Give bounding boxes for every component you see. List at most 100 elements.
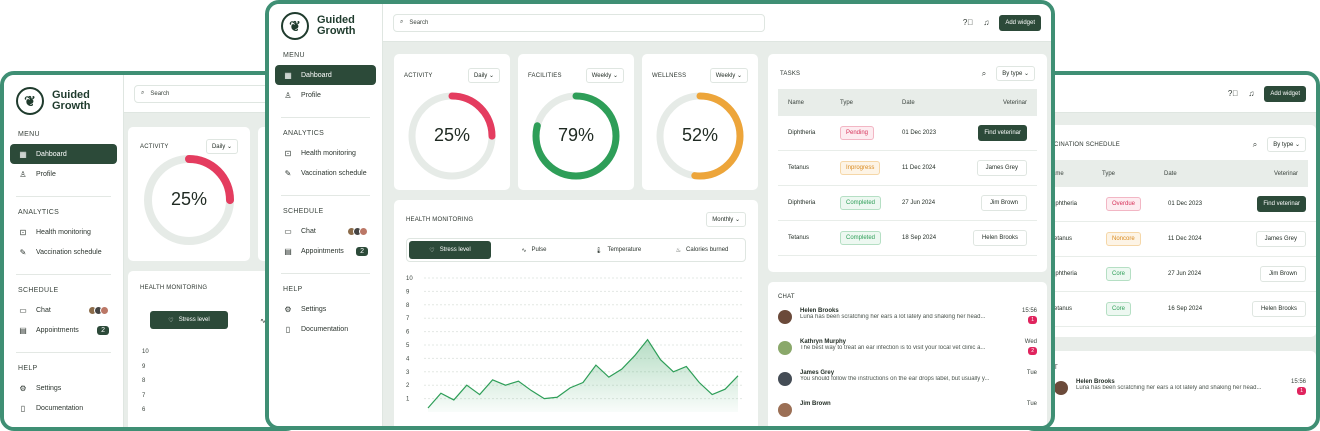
sidebar-item-documentation[interactable]: ▯ Documentation: [10, 398, 117, 418]
table-row[interactable]: Diphtheria Completed 27 Jun 2024 Jim Bro…: [778, 186, 1037, 221]
sidebar-item-appointments[interactable]: ▤ Appointments 2: [275, 241, 376, 261]
veterinar-button[interactable]: James Grey: [976, 160, 1027, 176]
analytics-section: ANALYTICS: [18, 209, 60, 216]
row-date: 11 Dec 2024: [902, 165, 936, 171]
period-select[interactable]: Daily ⌄: [467, 68, 500, 83]
table-row[interactable]: iphtheria Overdue 01 Dec 2023 Find veter…: [1044, 187, 1316, 222]
table-header: ame Type Date Veterinar: [1044, 160, 1308, 187]
nav-label: Profile: [36, 170, 56, 178]
sidebar-item-vaccination[interactable]: ✎ Vaccination schedule: [10, 242, 117, 262]
sidebar-item-settings[interactable]: ⚙ Settings: [10, 378, 117, 398]
divider: [16, 352, 111, 353]
activity-value: 25%: [170, 189, 208, 209]
period-select[interactable]: Daily ⌄: [205, 139, 238, 154]
chat-item[interactable]: James Grey You should follow the instruc…: [768, 370, 1047, 401]
y-tick-label: 1: [406, 397, 410, 403]
table-row[interactable]: Tetanus Completed 18 Sep 2024 Helen Broo…: [778, 221, 1037, 256]
chat-item[interactable]: Jim Brown Tue: [768, 401, 1047, 426]
col-header: Type: [1102, 170, 1116, 177]
sidebar-item-profile[interactable]: ♙ Profile: [10, 164, 117, 184]
sidebar: ❦ Guided Growth MENU ▦ Dahboard ♙ Profile A…: [269, 4, 383, 426]
status-badge: Pending: [840, 126, 875, 140]
period-select[interactable]: Weekly ⌄: [585, 68, 624, 83]
veterinar-button[interactable]: Helen Brooks: [1251, 301, 1306, 317]
search-input[interactable]: ⌕ Search: [393, 13, 765, 32]
table-row[interactable]: Tetanus Inprogress 11 Dec 2024 James Gre…: [778, 151, 1037, 186]
y-tick-label: 10: [406, 276, 413, 282]
add-widget-button[interactable]: Add widget: [1264, 85, 1306, 102]
sidebar-item-settings[interactable]: ⚙ Settings: [275, 299, 376, 319]
bell-icon[interactable]: ♫: [1248, 89, 1254, 98]
unread-count: 1: [1297, 387, 1306, 395]
period-select[interactable]: Monthly ⌄: [706, 212, 746, 227]
table-row[interactable]: etanus Core 16 Sep 2024 Helen Brooks: [1044, 292, 1316, 327]
filter-select[interactable]: By type ⌄: [1267, 137, 1306, 152]
row-name: Diphtheria: [788, 130, 816, 136]
chat-message: Luna has been scratching her ears a lot …: [1076, 385, 1262, 391]
chat-item[interactable]: Kathryn Murphy The best way to treat an …: [768, 339, 1047, 370]
nav-label: Chat: [301, 227, 316, 235]
table-row[interactable]: Diphtheria Pending 01 Dec 2023 Find vete…: [778, 116, 1037, 151]
tab-stress-level[interactable]: ♡ Stress level: [409, 241, 491, 259]
y-tick-label: 6: [406, 330, 410, 336]
sidebar-item-appointments[interactable]: ▤ Appointments 2: [10, 320, 117, 340]
veterinar-button[interactable]: Jim Brown: [980, 195, 1027, 211]
search-icon[interactable]: ⌕: [982, 69, 986, 79]
col-header: Name: [788, 99, 805, 106]
chat-meta: 15:56 1: [1291, 379, 1306, 395]
col-header: Veterinar: [1273, 170, 1298, 177]
gear-icon: ⚙: [284, 304, 292, 314]
status-badge: Core: [1106, 267, 1132, 281]
avatar: [778, 341, 792, 355]
table-row[interactable]: etanus Noncore 11 Dec 2024 James Grey: [1044, 222, 1316, 257]
period-select[interactable]: Weekly ⌄: [709, 68, 748, 83]
chat-body: Helen Brooks Luna has been scratching he…: [1076, 379, 1283, 391]
search-icon[interactable]: ⌕: [1253, 140, 1257, 150]
y-tick-label: 5: [406, 343, 410, 349]
card-header: ACTIVITY Daily ⌄: [128, 127, 250, 154]
chat-time: Tue: [1026, 370, 1037, 376]
nav-label: Health monitoring: [301, 149, 356, 157]
avatar: [1054, 381, 1068, 395]
y-tick: 6: [142, 407, 146, 413]
find-veterinar-button[interactable]: Find veterinar: [978, 125, 1027, 141]
tab-label: Pulse: [531, 247, 547, 253]
period-value: Daily: [211, 144, 226, 150]
help-circle-icon[interactable]: ?⃝: [963, 18, 973, 27]
veterinar-button[interactable]: Helen Brooks: [972, 230, 1027, 246]
sidebar-item-health[interactable]: ⊡ Health monitoring: [275, 143, 376, 163]
sidebar-item-chat[interactable]: ▭ Chat: [275, 221, 376, 241]
divider: [16, 274, 111, 275]
tab-calories[interactable]: ♨ Calories burned: [661, 241, 743, 259]
add-widget-button[interactable]: Add widget: [999, 14, 1041, 31]
help-circle-icon[interactable]: ?⃝: [1228, 89, 1238, 98]
bell-icon[interactable]: ♫: [983, 18, 989, 27]
chat-item[interactable]: Helen Brooks Luna has been scratching he…: [1044, 379, 1316, 410]
chat-item[interactable]: Helen Brooks Luna has been scratching he…: [768, 308, 1047, 339]
task-rows: Diphtheria Pending 01 Dec 2023 Find vete…: [778, 116, 1037, 256]
tab-pulse[interactable]: ∿ Pulse: [493, 241, 575, 259]
tab-temperature[interactable]: 🌡 Temperature: [577, 241, 659, 259]
sidebar-item-profile[interactable]: ♙ Profile: [275, 85, 376, 105]
sidebar-item-vaccination[interactable]: ✎ Vaccination schedule: [275, 163, 376, 183]
col-header: Date: [902, 99, 915, 106]
sidebar-item-chat[interactable]: ▭ Chat: [10, 300, 117, 320]
search-input[interactable]: ⌕ Search: [134, 84, 286, 103]
y-tick-label: 8: [406, 303, 410, 309]
veterinar-button[interactable]: Jim Brown: [1259, 266, 1306, 282]
sidebar-item-dashboard[interactable]: ▦ Dahboard: [10, 144, 117, 164]
veterinar-button[interactable]: James Grey: [1255, 231, 1306, 247]
sidebar-item-health[interactable]: ⊡ Health monitoring: [10, 222, 117, 242]
sidebar-item-dashboard[interactable]: ▦ Dahboard: [275, 65, 376, 85]
divider: [16, 196, 111, 197]
syringe-icon: ✎: [284, 168, 292, 178]
table-row[interactable]: iphtheria Core 27 Jun 2024 Jim Brown: [1044, 257, 1316, 292]
find-veterinar-button[interactable]: Find veterinar: [1257, 196, 1306, 212]
sidebar-item-documentation[interactable]: ▯ Documentation: [275, 319, 376, 339]
tab-label: Temperature: [607, 247, 642, 253]
filter-select[interactable]: By type ⌄: [996, 66, 1035, 81]
row-name: Diphtheria: [788, 200, 816, 206]
tab-stress-level[interactable]: ♡ Stress level: [150, 311, 228, 329]
sprout-icon: ❦: [281, 12, 309, 40]
dashboard-window-left: ❦ Guided Growth MENU ▦ Dahboard ♙ Profile A…: [0, 71, 300, 431]
